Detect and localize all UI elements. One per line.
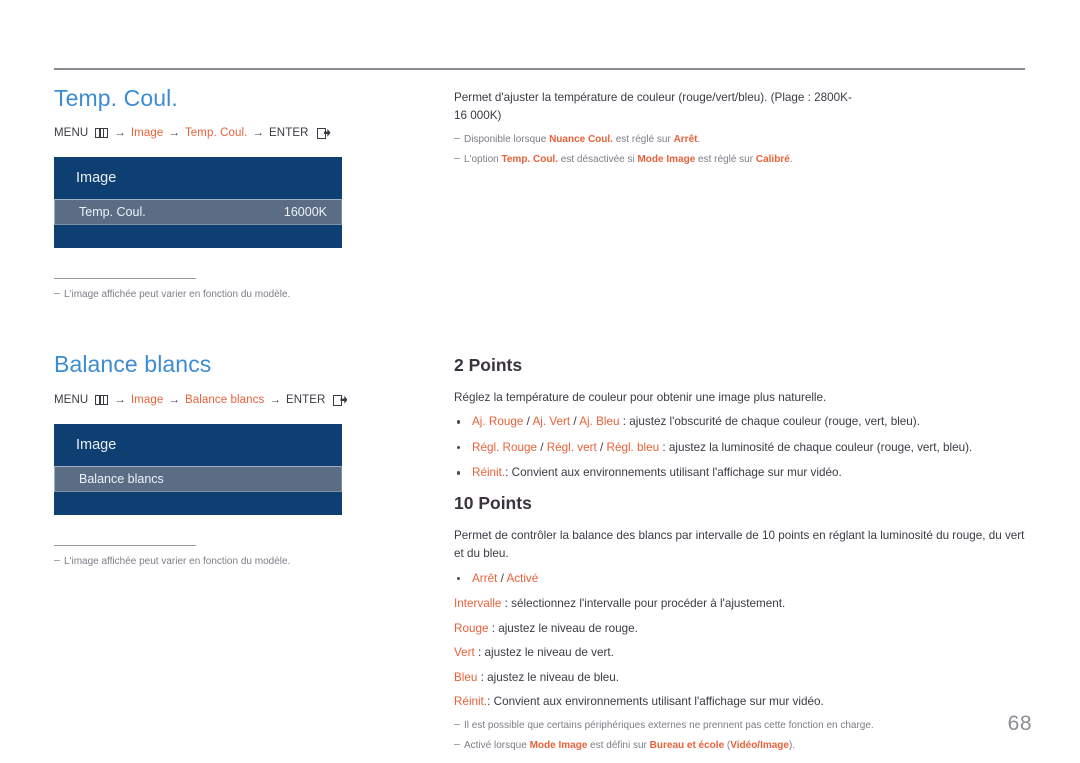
- line-item: Bleu : ajustez le niveau de bleu.: [454, 670, 620, 684]
- breadcrumb-menu-label: MENU: [54, 127, 89, 140]
- note-text: L'option Temp. Coul. est désactivée si M…: [464, 154, 793, 166]
- left-column-temp-coul: Temp. Coul. MENU → Image → Temp. Coul. →…: [54, 85, 414, 302]
- breadcrumb-enter-label: ENTER: [269, 127, 309, 140]
- list-item: Réinit.: Convient aux environnements uti…: [454, 464, 1026, 482]
- note-block-temp-coul: L'image affichée peut varier en fonction…: [54, 278, 414, 302]
- breadcrumb-arrow-2: →: [168, 127, 180, 140]
- left-column-balance-blancs: Balance blancs MENU → Image → Balance bl…: [54, 351, 414, 569]
- note-dash-icon: [454, 743, 460, 745]
- osd-header-image: Image: [54, 157, 342, 200]
- note-divider: [54, 545, 196, 547]
- line-item: Intervalle : sélectionnez l'intervalle p…: [454, 597, 786, 611]
- note-model-variation: L'image affichée peut varier en fonction…: [54, 554, 414, 569]
- osd-row-value: 16000K: [283, 205, 327, 220]
- enter-arrow-icon: [316, 127, 331, 139]
- note-dash-icon: [454, 158, 460, 160]
- note-model-variation: L'image affichée peut varier en fonction…: [54, 287, 414, 302]
- ten-points-bullet-list: Arrêt / Activé: [454, 570, 1026, 588]
- page-title-temp-coul: Temp. Coul.: [54, 85, 178, 111]
- ten-points-definition-lines: Intervalle : sélectionnez l'intervalle p…: [454, 595, 1026, 711]
- breadcrumb-item-image[interactable]: Image: [131, 394, 163, 406]
- note-text: L'image affichée peut varier en fonction…: [64, 289, 291, 301]
- note-dash-icon: [454, 138, 460, 140]
- two-points-bullet-list: Aj. Rouge / Aj. Vert / Aj. Bleu : ajuste…: [454, 413, 1026, 482]
- breadcrumb-enter-label: ENTER: [285, 394, 326, 407]
- note-dash-icon: [54, 560, 60, 562]
- note-dash-icon: [54, 293, 60, 295]
- line-item: Rouge : ajustez le niveau de rouge.: [454, 621, 638, 635]
- osd-menu-temp-coul: Image Temp. Coul. 16000K: [54, 157, 342, 249]
- note-text: Disponible lorsque Nuance Coul. est régl…: [464, 134, 701, 146]
- document-page: Temp. Coul. MENU → Image → Temp. Coul. →…: [0, 0, 1080, 763]
- breadcrumb-arrow-2: →: [168, 394, 180, 407]
- list-item: Arrêt / Activé: [454, 570, 1026, 588]
- note-block-balance-blancs: L'image affichée peut varier en fonction…: [54, 545, 414, 569]
- line-item: Réinit.: Convient aux environnements uti…: [454, 695, 824, 709]
- breadcrumb-item-image[interactable]: Image: [131, 127, 163, 139]
- note-item: Activé lorsque Mode Image est défini sur…: [454, 738, 1026, 753]
- breadcrumb-arrow-3: →: [252, 127, 265, 140]
- list-item: Régl. Rouge / Régl. vert / Régl. bleu : …: [454, 439, 1026, 457]
- right-column-temp-coul: Permet d'ajuster la température de coule…: [454, 89, 1026, 167]
- section-title-ten-points: 10 Points: [454, 493, 532, 513]
- osd-header-label: Image: [76, 170, 117, 187]
- menu-bars-icon: [95, 395, 109, 406]
- page-title-balance-blancs: Balance blancs: [54, 351, 212, 377]
- osd-header-image: Image: [54, 424, 342, 467]
- breadcrumb-item-balance-blancs[interactable]: Balance blancs: [185, 394, 264, 406]
- note-divider: [54, 278, 196, 280]
- breadcrumb-temp-coul: MENU → Image → Temp. Coul. → ENTER: [54, 127, 414, 139]
- osd-row-empty: [54, 492, 342, 516]
- osd-row-empty: [54, 225, 342, 249]
- breadcrumb-arrow-3: →: [269, 394, 281, 407]
- breadcrumb-item-temp-coul[interactable]: Temp. Coul.: [185, 127, 247, 139]
- breadcrumb-balance-blancs: MENU → Image → Balance blancs → ENTER: [54, 394, 414, 406]
- osd-row-label: Balance blancs: [79, 472, 164, 487]
- osd-header-label: Image: [76, 437, 117, 454]
- osd-row-balance-blancs[interactable]: Balance blancs: [54, 466, 342, 493]
- enter-arrow-icon: [333, 394, 348, 406]
- osd-row-temp-coul[interactable]: Temp. Coul. 16000K: [54, 199, 342, 226]
- ten-points-notes: Il est possible que certains périphériqu…: [454, 718, 1026, 753]
- ten-points-intro: Permet de contrôler la balance des blanc…: [454, 529, 1025, 561]
- note-text: L'image affichée peut varier en fonction…: [64, 556, 291, 568]
- note-item: Disponible lorsque Nuance Coul. est régl…: [454, 132, 1026, 147]
- breadcrumb-menu-label: MENU: [54, 394, 89, 407]
- list-item: Aj. Rouge / Aj. Vert / Aj. Bleu : ajuste…: [454, 413, 1026, 431]
- note-text: Activé lorsque Mode Image est défini sur…: [464, 739, 796, 751]
- menu-bars-icon: [95, 128, 109, 139]
- header-rule: [54, 68, 1025, 70]
- page-number: 68: [1007, 712, 1032, 735]
- temp-coul-description: Permet d'ajuster la température de coule…: [454, 91, 852, 123]
- note-item: Il est possible que certains périphériqu…: [454, 718, 1026, 733]
- osd-menu-balance-blancs: Image Balance blancs: [54, 424, 342, 516]
- section-title-two-points: 2 Points: [454, 355, 523, 375]
- breadcrumb-arrow-1: →: [114, 127, 126, 140]
- right-column-two-points: 2 Points Réglez la température de couleu…: [454, 355, 1026, 490]
- breadcrumb-arrow-1: →: [114, 394, 126, 407]
- osd-row-label: Temp. Coul.: [79, 205, 146, 220]
- temp-coul-notes: Disponible lorsque Nuance Coul. est régl…: [454, 132, 1026, 167]
- line-item: Vert : ajustez le niveau de vert.: [454, 646, 614, 660]
- note-text: Il est possible que certains périphériqu…: [464, 719, 874, 731]
- right-column-ten-points: 10 Points Permet de contrôler la balance…: [454, 493, 1026, 753]
- note-item: L'option Temp. Coul. est désactivée si M…: [454, 152, 1026, 167]
- two-points-intro: Réglez la température de couleur pour ob…: [454, 391, 827, 405]
- note-dash-icon: [454, 723, 460, 725]
